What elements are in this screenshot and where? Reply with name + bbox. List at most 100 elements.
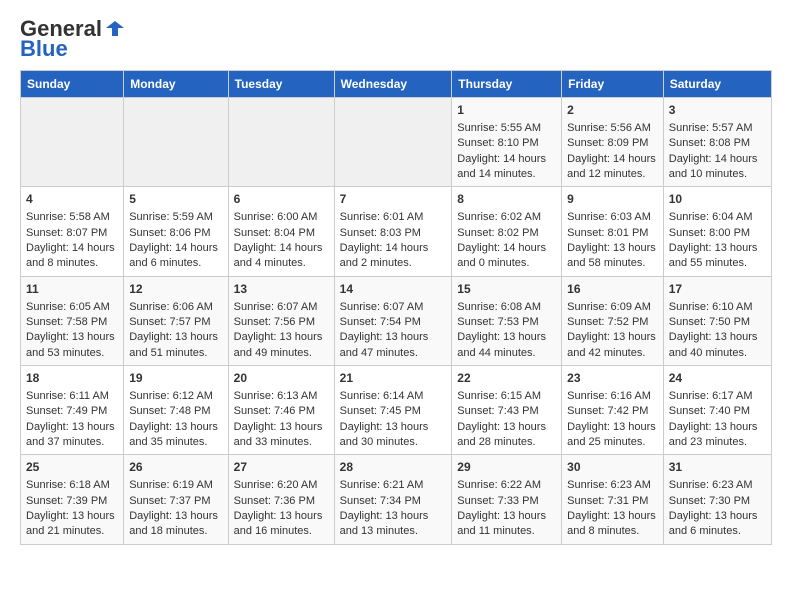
day-info: Sunrise: 6:11 AM	[26, 389, 118, 404]
day-info: Sunset: 7:49 PM	[26, 404, 118, 419]
day-info: Sunset: 8:08 PM	[669, 136, 766, 151]
calendar-cell	[334, 98, 452, 187]
day-info: Sunset: 8:02 PM	[457, 226, 556, 241]
day-info: Sunset: 7:50 PM	[669, 315, 766, 330]
day-info: Sunrise: 6:23 AM	[567, 478, 658, 493]
calendar-cell: 18Sunrise: 6:11 AMSunset: 7:49 PMDayligh…	[21, 366, 124, 455]
day-number: 7	[340, 191, 447, 208]
day-info: Sunrise: 6:06 AM	[129, 300, 222, 315]
calendar-cell: 12Sunrise: 6:06 AMSunset: 7:57 PMDayligh…	[124, 276, 228, 365]
day-number: 25	[26, 459, 118, 476]
calendar-cell: 4Sunrise: 5:58 AMSunset: 8:07 PMDaylight…	[21, 187, 124, 276]
day-info: Sunset: 7:53 PM	[457, 315, 556, 330]
day-info: Daylight: 14 hours and 8 minutes.	[26, 241, 118, 272]
logo-blue-text: Blue	[20, 36, 68, 62]
day-info: Daylight: 13 hours and 37 minutes.	[26, 420, 118, 451]
day-number: 30	[567, 459, 658, 476]
day-info: Sunset: 7:48 PM	[129, 404, 222, 419]
day-info: Daylight: 14 hours and 2 minutes.	[340, 241, 447, 272]
calendar-cell: 9Sunrise: 6:03 AMSunset: 8:01 PMDaylight…	[562, 187, 664, 276]
calendar-cell: 27Sunrise: 6:20 AMSunset: 7:36 PMDayligh…	[228, 455, 334, 544]
day-info: Sunset: 7:42 PM	[567, 404, 658, 419]
day-info: Sunset: 7:46 PM	[234, 404, 329, 419]
weekday-header-saturday: Saturday	[663, 71, 771, 98]
day-info: Daylight: 13 hours and 33 minutes.	[234, 420, 329, 451]
day-info: Daylight: 13 hours and 35 minutes.	[129, 420, 222, 451]
calendar-cell	[21, 98, 124, 187]
calendar-cell: 5Sunrise: 5:59 AMSunset: 8:06 PMDaylight…	[124, 187, 228, 276]
day-info: Sunrise: 5:59 AM	[129, 210, 222, 225]
day-info: Daylight: 14 hours and 14 minutes.	[457, 152, 556, 183]
day-info: Sunrise: 6:19 AM	[129, 478, 222, 493]
day-info: Sunset: 7:54 PM	[340, 315, 447, 330]
calendar-cell: 22Sunrise: 6:15 AMSunset: 7:43 PMDayligh…	[452, 366, 562, 455]
day-info: Sunrise: 6:07 AM	[340, 300, 447, 315]
calendar-cell: 25Sunrise: 6:18 AMSunset: 7:39 PMDayligh…	[21, 455, 124, 544]
day-number: 3	[669, 102, 766, 119]
day-info: Sunset: 7:45 PM	[340, 404, 447, 419]
day-info: Sunrise: 6:14 AM	[340, 389, 447, 404]
day-number: 12	[129, 281, 222, 298]
day-info: Sunset: 7:37 PM	[129, 494, 222, 509]
calendar-week-5: 25Sunrise: 6:18 AMSunset: 7:39 PMDayligh…	[21, 455, 772, 544]
day-info: Daylight: 13 hours and 13 minutes.	[340, 509, 447, 540]
calendar-cell: 20 Sunrise: 6:13 AMSunset: 7:46 PMDayligh…	[228, 366, 334, 455]
day-number: 31	[669, 459, 766, 476]
weekday-header-thursday: Thursday	[452, 71, 562, 98]
day-info: Daylight: 13 hours and 21 minutes.	[26, 509, 118, 540]
day-info: Sunrise: 6:08 AM	[457, 300, 556, 315]
day-info: Sunset: 8:03 PM	[340, 226, 447, 241]
day-info: Daylight: 14 hours and 4 minutes.	[234, 241, 329, 272]
day-number: 21	[340, 370, 447, 387]
day-number: 20	[234, 370, 329, 387]
day-number: 17	[669, 281, 766, 298]
day-info: Daylight: 13 hours and 44 minutes.	[457, 330, 556, 361]
day-info: Sunset: 7:43 PM	[457, 404, 556, 419]
day-info: Sunrise: 6:20 AM	[234, 478, 329, 493]
day-number: 27	[234, 459, 329, 476]
header: General Blue	[20, 16, 772, 62]
day-info: Sunrise: 6:15 AM	[457, 389, 556, 404]
day-info: Daylight: 13 hours and 23 minutes.	[669, 420, 766, 451]
day-info: Daylight: 14 hours and 6 minutes.	[129, 241, 222, 272]
day-info: Sunrise: 6:10 AM	[669, 300, 766, 315]
day-number: 8	[457, 191, 556, 208]
calendar-cell	[124, 98, 228, 187]
calendar-cell: 23 Sunrise: 6:16 AMSunset: 7:42 PMDayligh…	[562, 366, 664, 455]
day-info: Sunset: 7:30 PM	[669, 494, 766, 509]
day-info: Daylight: 13 hours and 53 minutes.	[26, 330, 118, 361]
weekday-header-tuesday: Tuesday	[228, 71, 334, 98]
day-info: Daylight: 13 hours and 42 minutes.	[567, 330, 658, 361]
calendar-cell: 15Sunrise: 6:08 AMSunset: 7:53 PMDayligh…	[452, 276, 562, 365]
day-info: Daylight: 13 hours and 25 minutes.	[567, 420, 658, 451]
day-info: Sunrise: 6:13 AM	[234, 389, 329, 404]
day-info: Sunset: 7:39 PM	[26, 494, 118, 509]
day-info: Sunrise: 5:57 AM	[669, 121, 766, 136]
calendar-cell: 7Sunrise: 6:01 AMSunset: 8:03 PMDaylight…	[334, 187, 452, 276]
day-number: 26	[129, 459, 222, 476]
calendar-cell: 16Sunrise: 6:09 AMSunset: 7:52 PMDayligh…	[562, 276, 664, 365]
day-info: Daylight: 13 hours and 40 minutes.	[669, 330, 766, 361]
day-number: 10	[669, 191, 766, 208]
calendar-week-1: 1Sunrise: 5:55 AMSunset: 8:10 PMDaylight…	[21, 98, 772, 187]
day-info: Daylight: 13 hours and 47 minutes.	[340, 330, 447, 361]
day-info: Sunset: 7:57 PM	[129, 315, 222, 330]
calendar-cell: 29Sunrise: 6:22 AMSunset: 7:33 PMDayligh…	[452, 455, 562, 544]
day-number: 24	[669, 370, 766, 387]
day-info: Sunset: 7:58 PM	[26, 315, 118, 330]
calendar-cell: 30Sunrise: 6:23 AMSunset: 7:31 PMDayligh…	[562, 455, 664, 544]
day-number: 23	[567, 370, 658, 387]
calendar-cell: 10Sunrise: 6:04 AMSunset: 8:00 PMDayligh…	[663, 187, 771, 276]
day-info: Daylight: 13 hours and 58 minutes.	[567, 241, 658, 272]
calendar-week-2: 4Sunrise: 5:58 AMSunset: 8:07 PMDaylight…	[21, 187, 772, 276]
day-info: Sunrise: 6:00 AM	[234, 210, 329, 225]
day-number: 4	[26, 191, 118, 208]
day-info: Sunset: 7:33 PM	[457, 494, 556, 509]
day-info: Sunset: 8:00 PM	[669, 226, 766, 241]
day-info: Daylight: 14 hours and 12 minutes.	[567, 152, 658, 183]
day-info: Sunrise: 6:16 AM	[567, 389, 658, 404]
day-info: Daylight: 14 hours and 10 minutes.	[669, 152, 766, 183]
day-info: Sunrise: 5:58 AM	[26, 210, 118, 225]
day-info: Sunset: 7:56 PM	[234, 315, 329, 330]
day-number: 2	[567, 102, 658, 119]
